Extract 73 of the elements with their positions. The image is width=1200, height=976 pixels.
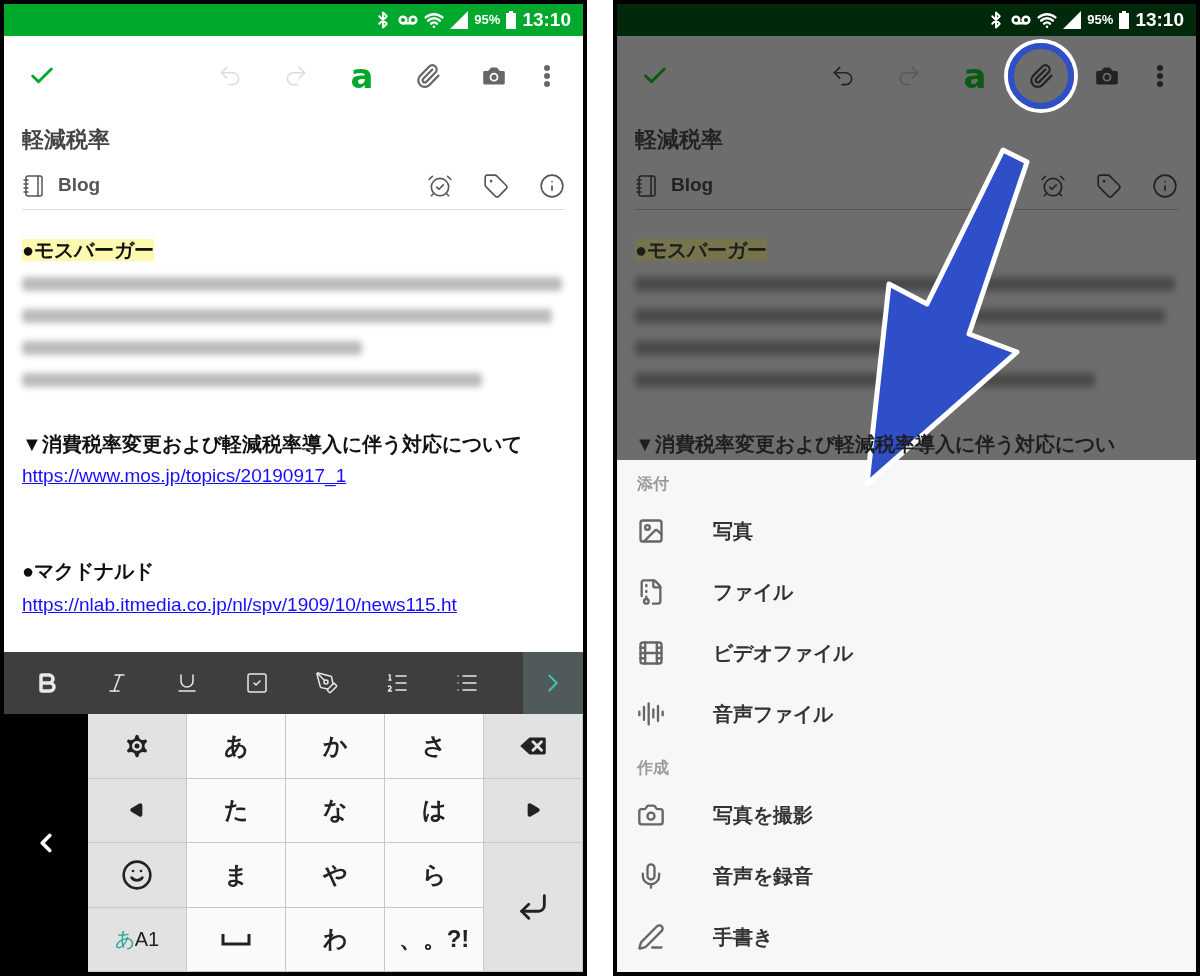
note-link[interactable]: https://www.mos.jp/topics/20190917_1: [22, 465, 347, 486]
battery-percent: 95%: [1087, 11, 1114, 30]
pen-icon: [637, 922, 665, 951]
left-triangle-icon: [129, 802, 145, 819]
menu-item[interactable]: 音声を録音: [637, 845, 1176, 906]
notebook-icon: [22, 173, 46, 198]
key[interactable]: わ: [286, 907, 385, 972]
key[interactable]: ま: [187, 843, 286, 908]
notebook-icon: [635, 173, 659, 198]
battery-percent: 95%: [474, 11, 501, 30]
backspace-key[interactable]: [484, 714, 583, 779]
menu-item[interactable]: 音声ファイル: [637, 683, 1176, 744]
info-button[interactable]: [1152, 172, 1178, 199]
section-heading: 添付: [637, 474, 669, 494]
menu-item[interactable]: 写真を撮影: [637, 784, 1176, 845]
notebook-name[interactable]: Blog: [58, 171, 101, 200]
key[interactable]: な: [286, 778, 385, 843]
more-icon: [544, 65, 550, 87]
menu-item[interactable]: 写真: [637, 500, 1176, 561]
alarm-clock-icon: [1040, 172, 1066, 199]
info-icon: [1152, 172, 1178, 199]
space-icon: [221, 932, 251, 947]
image-icon: [637, 516, 665, 545]
underline-icon: [175, 671, 199, 695]
menu-item[interactable]: ファイル: [637, 561, 1176, 622]
note-text: ▼消費税率変更および軽減税率導入に伴う対応について: [22, 432, 523, 457]
smiley-icon: [121, 858, 153, 891]
info-icon: [539, 172, 565, 199]
wifi-icon: [1037, 10, 1058, 30]
note-heading: ●モスバーガー: [635, 239, 768, 261]
signal-icon: [1063, 11, 1082, 29]
more-icon: [1157, 65, 1163, 87]
audio-wave-icon: [637, 699, 665, 728]
right-triangle-icon: [525, 802, 541, 819]
tag-icon: [483, 172, 509, 199]
film-icon: [637, 638, 665, 667]
emoji-key[interactable]: [88, 843, 187, 908]
key[interactable]: や: [286, 843, 385, 908]
key[interactable]: ら: [385, 843, 484, 908]
checkbox-icon: [245, 671, 269, 695]
clock-time: 13:10: [522, 7, 571, 32]
key[interactable]: あ: [187, 714, 286, 779]
note-heading: ●マクドナルド: [22, 560, 155, 582]
reminder-button[interactable]: [1040, 172, 1066, 199]
battery-icon: [1119, 11, 1130, 29]
settings-key[interactable]: [88, 714, 187, 779]
key[interactable]: は: [385, 778, 484, 843]
section-heading: 作成: [637, 758, 669, 778]
paperclip-icon: [1028, 63, 1054, 89]
tag-icon: [1096, 172, 1122, 199]
battery-icon: [506, 11, 517, 29]
note-title: 軽減税率: [22, 125, 110, 154]
key[interactable]: た: [187, 778, 286, 843]
note-link[interactable]: https://nlab.itmedia.co.jp/nl/spv/1909/10/news115.ht: [22, 594, 457, 615]
signal-icon: [450, 11, 469, 29]
info-button[interactable]: [539, 172, 565, 199]
note-heading: ●モスバーガー: [22, 239, 155, 261]
pen-icon: [315, 671, 339, 695]
note-title: 軽減税率: [635, 125, 723, 154]
key[interactable]: 、。?!: [385, 907, 484, 972]
numbered-list-icon: [385, 671, 409, 695]
key[interactable]: さ: [385, 714, 484, 779]
reminder-button[interactable]: [427, 172, 453, 199]
wifi-icon: [424, 10, 445, 30]
paperclip-icon: [415, 63, 441, 89]
menu-item[interactable]: 手書き: [637, 906, 1176, 967]
alarm-clock-icon: [427, 172, 453, 199]
clock-time: 13:10: [1135, 7, 1184, 32]
mode-key[interactable]: あA1: [88, 907, 187, 972]
tag-button[interactable]: [1096, 172, 1122, 199]
tag-button[interactable]: [483, 172, 509, 199]
key[interactable]: か: [286, 714, 385, 779]
menu-item[interactable]: ビデオファイル: [637, 622, 1176, 683]
